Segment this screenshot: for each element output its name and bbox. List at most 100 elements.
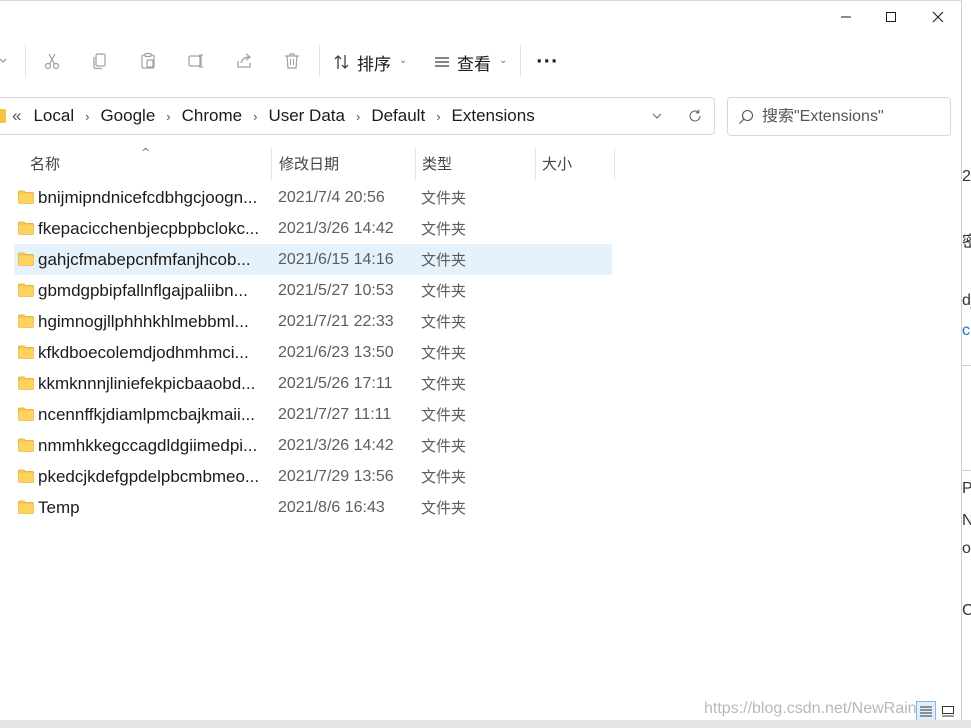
refresh-button[interactable] — [676, 98, 714, 134]
more-button[interactable]: ··· — [536, 45, 558, 79]
tiles-view-button[interactable] — [938, 701, 958, 721]
tiles-view-icon — [942, 706, 954, 717]
column-size[interactable]: 大小 — [534, 146, 614, 180]
cut-button[interactable] — [38, 45, 66, 77]
background-text: dj — [962, 292, 971, 309]
folder-icon — [18, 221, 34, 235]
toolbar-divider — [520, 45, 521, 77]
sort-button[interactable]: 排序 ⌄ — [333, 45, 407, 79]
folder-icon — [18, 438, 34, 452]
column-size-label: 大小 — [542, 154, 573, 173]
file-type: 文件夹 — [421, 437, 467, 455]
file-type: 文件夹 — [421, 251, 467, 269]
new-dropdown-chevron[interactable] — [0, 45, 10, 77]
file-name: kfkdboecolemdjodhmhmci... — [38, 342, 249, 362]
file-explorer-window: 排序 ⌄ 查看 ⌄ ··· « Local › Google › Chrome — [0, 0, 962, 728]
folder-icon — [18, 407, 34, 421]
paste-icon — [141, 52, 155, 69]
breadcrumb-google[interactable]: Google — [100, 106, 155, 126]
search-box[interactable] — [727, 97, 951, 136]
file-date: 2021/8/6 16:43 — [278, 498, 385, 516]
breadcrumb-default[interactable]: Default — [371, 106, 425, 126]
background-text: 2 — [962, 168, 971, 185]
file-row[interactable]: fkepacicchenbjecpbpbclokc... 2021/3/26 1… — [14, 213, 612, 244]
file-type: 文件夹 — [421, 344, 467, 362]
scissors-icon — [44, 53, 60, 70]
address-history-button[interactable] — [638, 98, 676, 134]
background-strip — [0, 720, 971, 728]
minimize-button[interactable] — [822, 1, 870, 33]
folder-icon — [18, 314, 34, 328]
file-row-selected[interactable]: gahjcfmabepcnfmfanjhcob... 2021/6/15 14:… — [14, 244, 612, 275]
file-date: 2021/6/15 14:16 — [278, 250, 394, 268]
file-name: nmmhkkegccagdldgiimedpi... — [38, 435, 258, 455]
file-name: gahjcfmabepcnfmfanjhcob... — [38, 249, 251, 269]
title-bar — [0, 1, 962, 33]
chevron-down-icon: ⌄ — [499, 54, 508, 66]
chevron-down-icon: ⌄ — [399, 54, 408, 66]
copy-button[interactable] — [86, 45, 114, 77]
file-name: bnijmipndnicefcdbhgcjoogn... — [38, 187, 258, 207]
delete-button[interactable] — [278, 45, 306, 77]
file-type: 文件夹 — [421, 220, 467, 238]
file-row[interactable]: pkedcjkdefgpdelpbcmbmeo... 2021/7/29 13:… — [14, 461, 612, 492]
view-button[interactable]: 查看 ⌄ — [433, 45, 507, 79]
breadcrumb-overflow[interactable]: « — [12, 106, 21, 126]
maximize-button[interactable] — [867, 1, 915, 33]
file-date: 2021/3/26 14:42 — [278, 436, 394, 454]
address-actions — [638, 98, 714, 134]
folder-icon — [18, 345, 34, 359]
file-type: 文件夹 — [421, 406, 467, 424]
background-divider — [962, 470, 971, 471]
column-date-label: 修改日期 — [279, 154, 340, 173]
chevron-right-icon[interactable]: › — [253, 109, 257, 124]
details-view-button[interactable] — [916, 701, 936, 721]
folder-icon — [18, 190, 34, 204]
search-input[interactable] — [762, 107, 942, 126]
rename-button[interactable] — [182, 45, 210, 77]
breadcrumb-chrome[interactable]: Chrome — [182, 106, 242, 126]
file-date: 2021/7/29 13:56 — [278, 467, 394, 485]
toolbar-divider — [25, 45, 26, 77]
refresh-icon — [689, 109, 701, 122]
file-row[interactable]: ncennffkjdiamlpmcbajkmaii... 2021/7/27 1… — [14, 399, 612, 430]
folder-icon — [0, 109, 6, 123]
paste-button[interactable] — [134, 45, 162, 77]
share-button[interactable] — [230, 45, 258, 77]
file-row[interactable]: bnijmipndnicefcdbhgcjoogn... 2021/7/4 20… — [14, 182, 612, 213]
file-row[interactable]: nmmhkkegccagdldgiimedpi... 2021/3/26 14:… — [14, 430, 612, 461]
chevron-right-icon[interactable]: › — [166, 109, 170, 124]
chevron-right-icon[interactable]: › — [356, 109, 360, 124]
column-type[interactable]: 类型 — [414, 146, 535, 180]
folder-icon — [18, 500, 34, 514]
file-date: 2021/3/26 14:42 — [278, 219, 394, 237]
file-name: hgimnogjllphhhkhlmebbml... — [38, 311, 249, 331]
breadcrumb-user-data[interactable]: User Data — [268, 106, 345, 126]
breadcrumb-extensions[interactable]: Extensions — [452, 106, 535, 126]
file-row[interactable]: gbmdgpbipfallnflgajpaliibn... 2021/5/27 … — [14, 275, 612, 306]
watermark: https://blog.csdn.net/NewRain — [704, 700, 917, 717]
background-link: c — [962, 322, 970, 339]
file-type: 文件夹 — [421, 375, 467, 393]
background-divider — [962, 365, 971, 366]
background-text: or — [962, 540, 971, 557]
breadcrumb-local[interactable]: Local — [33, 106, 74, 126]
column-name[interactable]: 名称 — [22, 146, 270, 180]
column-date[interactable]: 修改日期 — [271, 146, 415, 180]
folder-icon — [18, 283, 34, 297]
file-row[interactable]: kkmknnnjliniefekpicbaaobd... 2021/5/26 1… — [14, 368, 612, 399]
background-text: C — [962, 602, 971, 619]
file-date: 2021/5/26 17:11 — [278, 374, 393, 392]
close-button[interactable] — [914, 1, 962, 33]
address-bar[interactable]: « Local › Google › Chrome › User Data › … — [0, 97, 715, 135]
chevron-right-icon[interactable]: › — [85, 109, 89, 124]
chevron-right-icon[interactable]: › — [436, 109, 440, 124]
file-row[interactable]: Temp 2021/8/6 16:43 文件夹 — [14, 492, 612, 523]
trash-icon — [285, 53, 299, 69]
column-divider[interactable] — [614, 148, 615, 180]
file-date: 2021/7/27 11:11 — [278, 405, 392, 423]
file-row[interactable]: kfkdboecolemdjodhmhmci... 2021/6/23 13:5… — [14, 337, 612, 368]
file-row[interactable]: hgimnogjllphhhkhlmebbml... 2021/7/21 22:… — [14, 306, 612, 337]
folder-icon — [18, 376, 34, 390]
close-icon — [932, 11, 944, 23]
